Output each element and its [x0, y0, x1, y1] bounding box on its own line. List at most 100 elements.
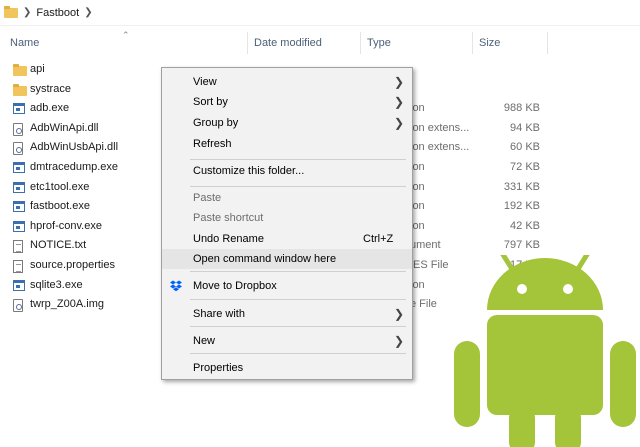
sort-up-icon: ⌃: [122, 30, 130, 40]
dll-icon: [13, 142, 23, 156]
file-name: fastboot.exe: [30, 200, 90, 213]
menu-separator: [190, 326, 406, 327]
android-arm-left: [454, 341, 480, 427]
android-antenna-left: [500, 255, 515, 272]
file-size: 94 KB: [510, 121, 540, 134]
file-name: sqlite3.exe: [30, 278, 83, 291]
submenu-arrow-icon: ❯: [394, 75, 405, 89]
file-name: systrace: [30, 82, 71, 95]
android-leg-left: [509, 405, 535, 447]
column-divider[interactable]: [360, 32, 361, 54]
file-name: adb.exe: [30, 102, 70, 115]
menu-item-label: New: [193, 335, 216, 347]
breadcrumb: ❯ Fastboot ❯: [0, 0, 640, 26]
column-divider[interactable]: [547, 32, 548, 54]
file-size: 42 KB: [510, 219, 540, 232]
exe-icon: [13, 103, 25, 115]
folder-icon: [4, 5, 18, 18]
android-leg-right: [555, 405, 581, 447]
folder-icon: [13, 64, 27, 76]
file-name: AdbWinUsbApi.dll: [30, 141, 119, 154]
file-size: 988 KB: [503, 102, 540, 115]
exe-icon: [13, 220, 25, 232]
submenu-arrow-icon: ❯: [394, 95, 405, 109]
column-size[interactable]: Size: [479, 30, 500, 56]
exe-icon: [13, 181, 25, 193]
android-arm-right: [610, 341, 636, 427]
text-file-icon: [13, 260, 23, 273]
column-date-modified[interactable]: Date modified: [254, 30, 322, 56]
menu-separator: [190, 353, 406, 354]
menu-item-open-command-window[interactable]: Open command window here: [162, 249, 412, 269]
menu-item-label: Undo Rename: [193, 233, 264, 245]
menu-item-label: Paste: [193, 192, 222, 204]
android-body: [487, 315, 603, 415]
exe-icon: [13, 279, 25, 291]
menu-item-label: Share with: [193, 308, 245, 320]
exe-icon: [13, 162, 25, 173]
menu-item-label: Customize this folder...: [193, 165, 305, 177]
menu-item-group-by[interactable]: Group by ❯: [162, 113, 412, 133]
chevron-right-icon[interactable]: ❯: [84, 7, 92, 18]
dll-icon: [13, 122, 23, 136]
android-logo: [454, 255, 636, 447]
android-eye-right: [563, 284, 573, 294]
file-type: ion extens...: [410, 141, 470, 154]
menu-item-new[interactable]: New ❯: [162, 331, 412, 351]
column-name[interactable]: Name: [10, 30, 39, 56]
file-type: ion extens...: [410, 121, 470, 134]
menu-separator: [190, 299, 406, 300]
folder-icon: [13, 83, 27, 96]
menu-item-label: View: [193, 76, 217, 88]
menu-item-label: Move to Dropbox: [193, 280, 277, 292]
menu-item-undo-rename[interactable]: Undo Rename Ctrl+Z: [162, 229, 412, 249]
file-name: dmtracedump.exe: [30, 161, 119, 173]
android-head: [487, 258, 603, 310]
chevron-right-icon[interactable]: ❯: [23, 7, 31, 18]
menu-item-label: Group by: [193, 117, 239, 129]
file-size: 72 KB: [510, 161, 540, 173]
menu-separator: [190, 271, 406, 272]
menu-item-view[interactable]: View ❯: [162, 72, 412, 92]
menu-item-label: Sort by: [193, 96, 228, 108]
menu-item-paste-shortcut[interactable]: Paste shortcut: [162, 208, 412, 228]
breadcrumb-folder[interactable]: Fastboot: [36, 7, 79, 19]
menu-item-label: Refresh: [193, 138, 232, 150]
menu-item-refresh[interactable]: Refresh: [162, 134, 412, 154]
file-name: etc1tool.exe: [30, 180, 90, 193]
menu-item-sort-by[interactable]: Sort by ❯: [162, 92, 412, 112]
file-name: api: [30, 63, 45, 75]
menu-item-properties[interactable]: Properties: [162, 358, 412, 378]
exe-icon: [13, 201, 25, 213]
menu-item-label: Paste shortcut: [193, 212, 264, 224]
column-type[interactable]: Type: [367, 30, 391, 56]
image-file-icon: [13, 299, 23, 313]
menu-item-paste[interactable]: Paste: [162, 188, 412, 208]
submenu-arrow-icon: ❯: [394, 307, 405, 321]
menu-item-customize[interactable]: Customize this folder...: [162, 161, 412, 181]
menu-item-label: Properties: [193, 362, 244, 374]
menu-item-label: Open command window here: [193, 253, 337, 265]
file-size: 797 KB: [503, 239, 540, 252]
file-type: IES File: [410, 259, 449, 271]
text-file-icon: [13, 240, 23, 254]
menu-item-share-with[interactable]: Share with ❯: [162, 304, 412, 324]
column-divider[interactable]: [247, 32, 248, 54]
file-name: NOTICE.txt: [30, 239, 87, 252]
file-name: hprof-conv.exe: [30, 219, 102, 232]
submenu-arrow-icon: ❯: [394, 116, 405, 130]
file-size: 60 KB: [510, 141, 540, 154]
context-menu: View ❯ Sort by ❯ Group by ❯ Refresh Cust…: [161, 67, 413, 380]
column-divider[interactable]: [472, 32, 473, 54]
file-size: 192 KB: [503, 200, 540, 213]
menu-separator: [190, 159, 406, 160]
menu-item-move-to-dropbox[interactable]: Move to Dropbox: [162, 276, 412, 296]
file-type: e File: [410, 298, 437, 311]
file-type: ument: [410, 239, 441, 252]
menu-separator: [190, 186, 406, 187]
keyboard-shortcut: Ctrl+Z: [363, 233, 394, 245]
column-header: Name ⌃ Date modified Type Size: [0, 30, 640, 56]
file-name: twrp_Z00A.img: [30, 298, 104, 311]
android-antenna-right: [575, 255, 590, 272]
submenu-arrow-icon: ❯: [394, 334, 405, 348]
